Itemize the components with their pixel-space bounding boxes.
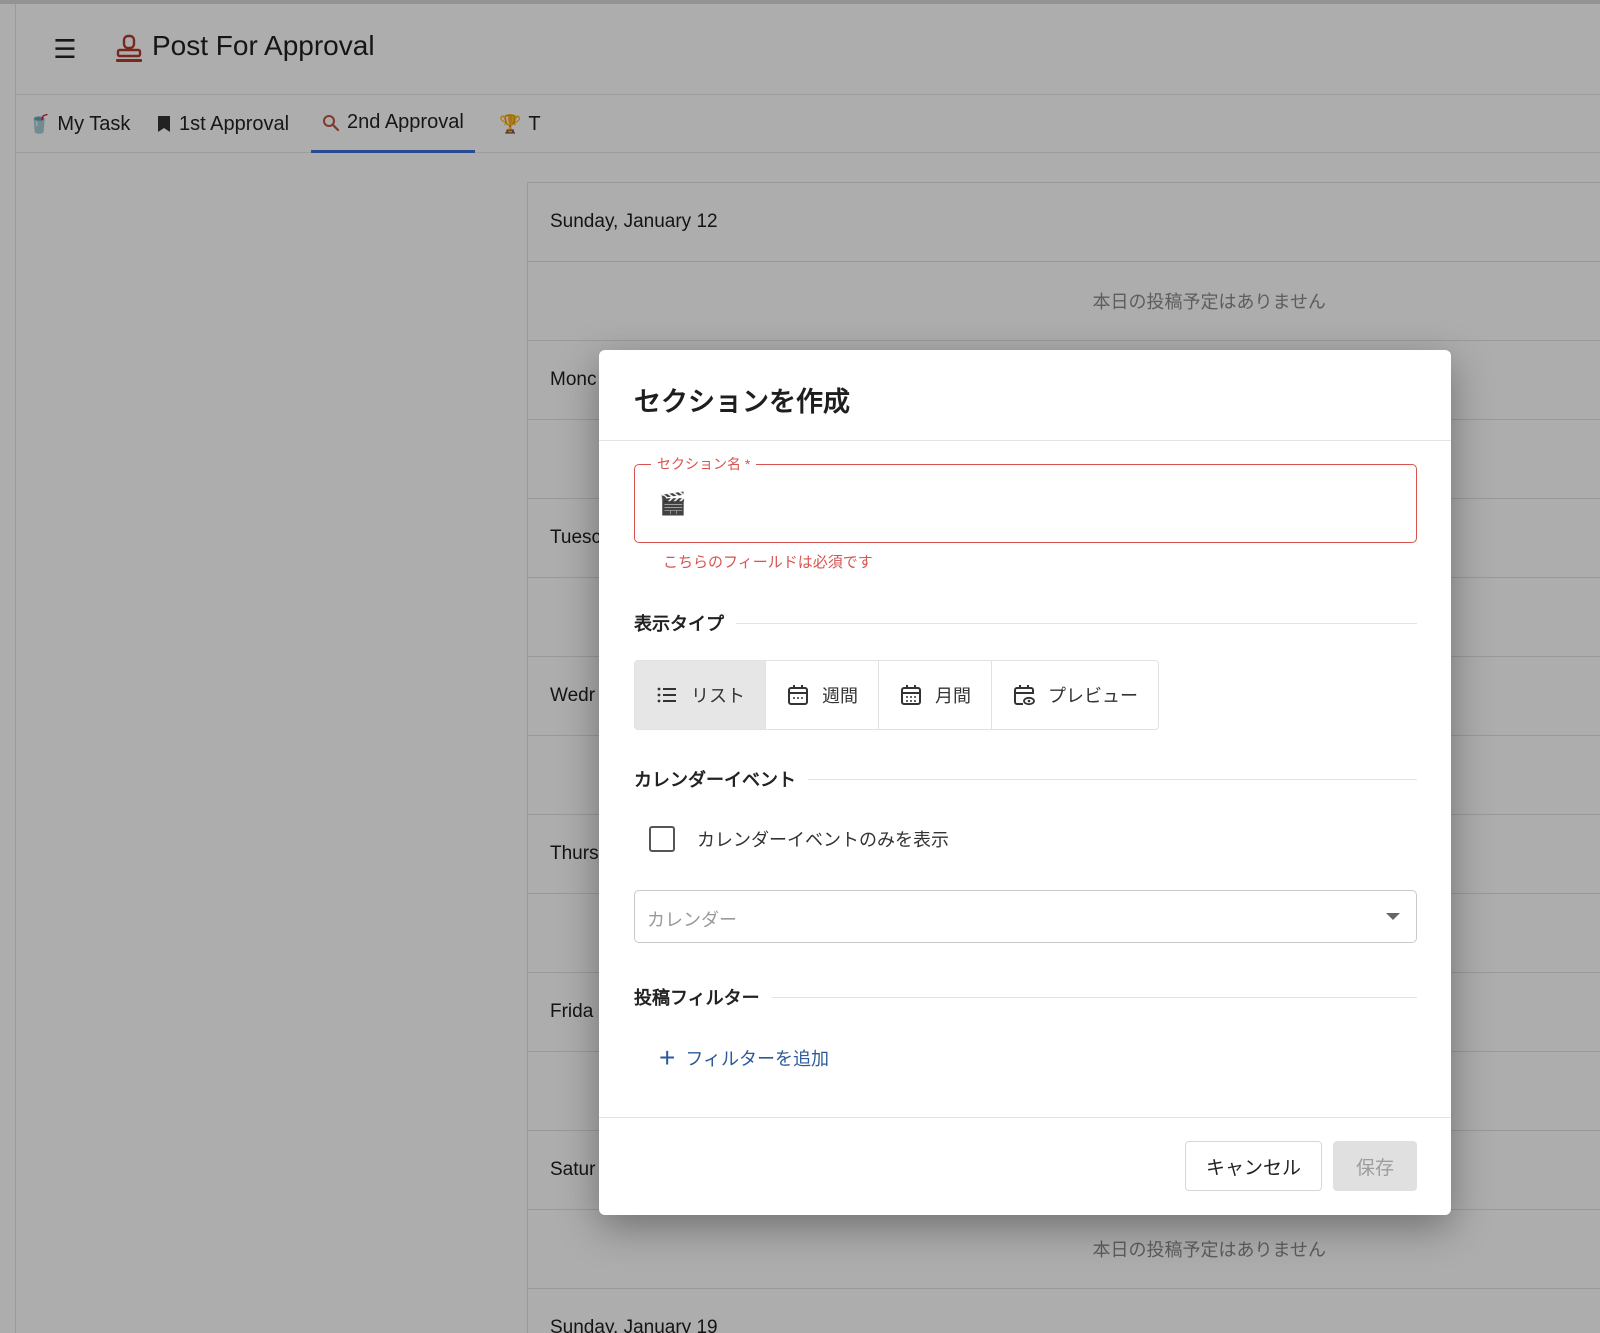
cancel-button[interactable]: キャンセル: [1185, 1141, 1322, 1191]
option-label: 月間: [935, 686, 971, 706]
calendar-select[interactable]: カレンダー: [634, 890, 1417, 943]
divider: [736, 622, 1417, 624]
dialog-title: セクションを作成: [634, 387, 850, 417]
option-label: 週間: [822, 686, 858, 706]
calendar-event-label: カレンダーイベント: [634, 770, 796, 790]
calendar-only-checkbox[interactable]: [649, 826, 675, 852]
section-name-value: 🎬: [659, 491, 687, 516]
display-type-week-button[interactable]: 週間: [766, 661, 879, 729]
calendar-week-icon: [788, 685, 808, 705]
plus-icon: +: [659, 1042, 676, 1073]
caret-down-icon: [1386, 913, 1400, 920]
calendar-preview-icon: [1014, 685, 1035, 706]
calendar-only-checkbox-row[interactable]: カレンダーイベントのみを表示: [649, 826, 949, 852]
post-filter-label: 投稿フィルター: [634, 988, 760, 1008]
display-type-heading: 表示タイプ: [634, 610, 1417, 636]
calendar-select-placeholder: カレンダー: [647, 910, 737, 930]
calendar-event-heading: カレンダーイベント: [634, 766, 1417, 792]
calendar-month-icon: [901, 685, 921, 705]
display-type-list-button[interactable]: リスト: [635, 661, 766, 729]
divider: [599, 440, 1451, 441]
add-filter-button[interactable]: + フィルターを追加: [659, 1044, 829, 1072]
section-name-error: こちらのフィールドは必須です: [663, 554, 873, 571]
display-type-preview-button[interactable]: プレビュー: [992, 661, 1158, 729]
display-type-month-button[interactable]: 月間: [879, 661, 992, 729]
divider: [599, 1117, 1451, 1118]
divider: [771, 996, 1417, 998]
list-icon: [657, 687, 676, 703]
display-type-segmented: リスト 週間 月間 プレビュー: [634, 660, 1159, 730]
save-button[interactable]: 保存: [1333, 1141, 1417, 1191]
add-filter-label: フィルターを追加: [685, 1049, 829, 1069]
calendar-only-checkbox-label: カレンダーイベントのみを表示: [697, 830, 949, 850]
display-type-label: 表示タイプ: [634, 614, 724, 634]
divider: [808, 778, 1417, 780]
section-name-label: セクション名 *: [651, 454, 757, 474]
option-label: プレビュー: [1048, 686, 1138, 706]
section-name-field[interactable]: セクション名 * 🎬: [634, 454, 1417, 543]
post-filter-heading: 投稿フィルター: [634, 984, 1417, 1010]
create-section-dialog: セクションを作成 セクション名 * 🎬 こちらのフィールドは必須です 表示タイプ…: [599, 350, 1451, 1215]
option-label: リスト: [691, 686, 745, 706]
